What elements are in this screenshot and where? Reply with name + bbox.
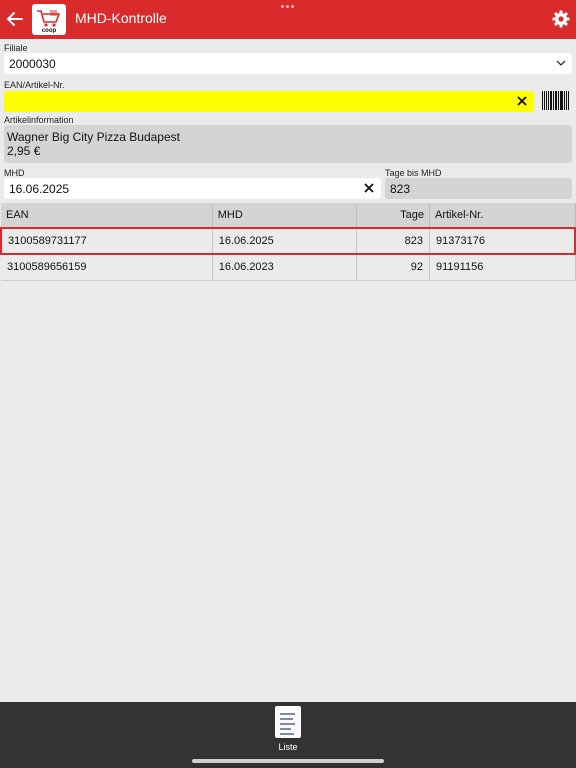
mhd-label: MHD (4, 168, 25, 178)
filiale-label: Filiale (4, 43, 28, 53)
app-logo: coop (32, 4, 66, 35)
clear-mhd-button[interactable] (363, 182, 375, 194)
cell-mhd: 16.06.2023 (212, 254, 358, 281)
artikel-price: 2,95 € (7, 144, 41, 158)
ean-field-wrapper (4, 91, 534, 112)
ean-input[interactable] (4, 91, 504, 112)
tage-label: Tage bis MHD (385, 168, 442, 178)
home-indicator (192, 759, 384, 763)
ean-label: EAN/Artikel-Nr. (4, 80, 65, 90)
list-icon (275, 706, 301, 738)
filiale-select[interactable]: 2000030 (4, 53, 572, 74)
liste-button[interactable]: Liste (260, 704, 316, 756)
mhd-input[interactable]: 16.06.2025 (4, 178, 381, 199)
mhd-value: 16.06.2025 (9, 182, 70, 196)
table-row[interactable]: 3100589731177 16.06.2025 823 91373176 (0, 227, 576, 255)
liste-label: Liste (278, 742, 298, 752)
cell-ean: 3100589656159 (1, 254, 213, 281)
settings-button[interactable] (552, 10, 570, 28)
cell-tage: 92 (356, 254, 430, 281)
chevron-down-icon (556, 60, 566, 66)
artikelinfo-label: Artikelinformation (4, 115, 74, 125)
filiale-value: 2000030 (9, 57, 56, 71)
arrow-left-icon (7, 12, 23, 26)
more-dots-icon[interactable] (281, 5, 294, 8)
cell-artikel: 91191156 (429, 254, 576, 281)
table-header-row: EAN MHD Tage Artikel-Nr. (1, 203, 576, 229)
cell-mhd: 16.06.2025 (212, 227, 358, 255)
artikel-info-box: Wagner Big City Pizza Budapest 2,95 € (4, 125, 572, 163)
page-title: MHD-Kontrolle (75, 10, 167, 26)
gear-icon (552, 10, 570, 28)
clear-ean-button[interactable] (516, 95, 528, 107)
cell-ean: 3100589731177 (0, 227, 213, 255)
column-header-tage[interactable]: Tage (356, 203, 430, 229)
column-header-mhd[interactable]: MHD (212, 203, 358, 229)
tage-bis-mhd-field: 823 (385, 178, 572, 199)
mhd-table: EAN MHD Tage Artikel-Nr. 3100589731177 1… (0, 203, 576, 281)
artikel-name: Wagner Big City Pizza Budapest (7, 130, 180, 144)
column-header-artikel[interactable]: Artikel-Nr. (429, 203, 576, 229)
cell-artikel: 91373176 (429, 227, 576, 255)
tage-value: 823 (390, 182, 411, 196)
shopping-cart-icon: coop (37, 10, 61, 33)
barcode-scan-button[interactable] (540, 90, 571, 111)
barcode-icon (542, 91, 570, 110)
app-header: coop MHD-Kontrolle (0, 0, 576, 39)
back-button[interactable] (5, 9, 25, 29)
cell-tage: 823 (356, 227, 430, 255)
svg-text:coop: coop (42, 28, 57, 33)
column-header-ean[interactable]: EAN (1, 203, 213, 229)
table-row[interactable]: 3100589656159 16.06.2023 92 91191156 (1, 254, 576, 281)
